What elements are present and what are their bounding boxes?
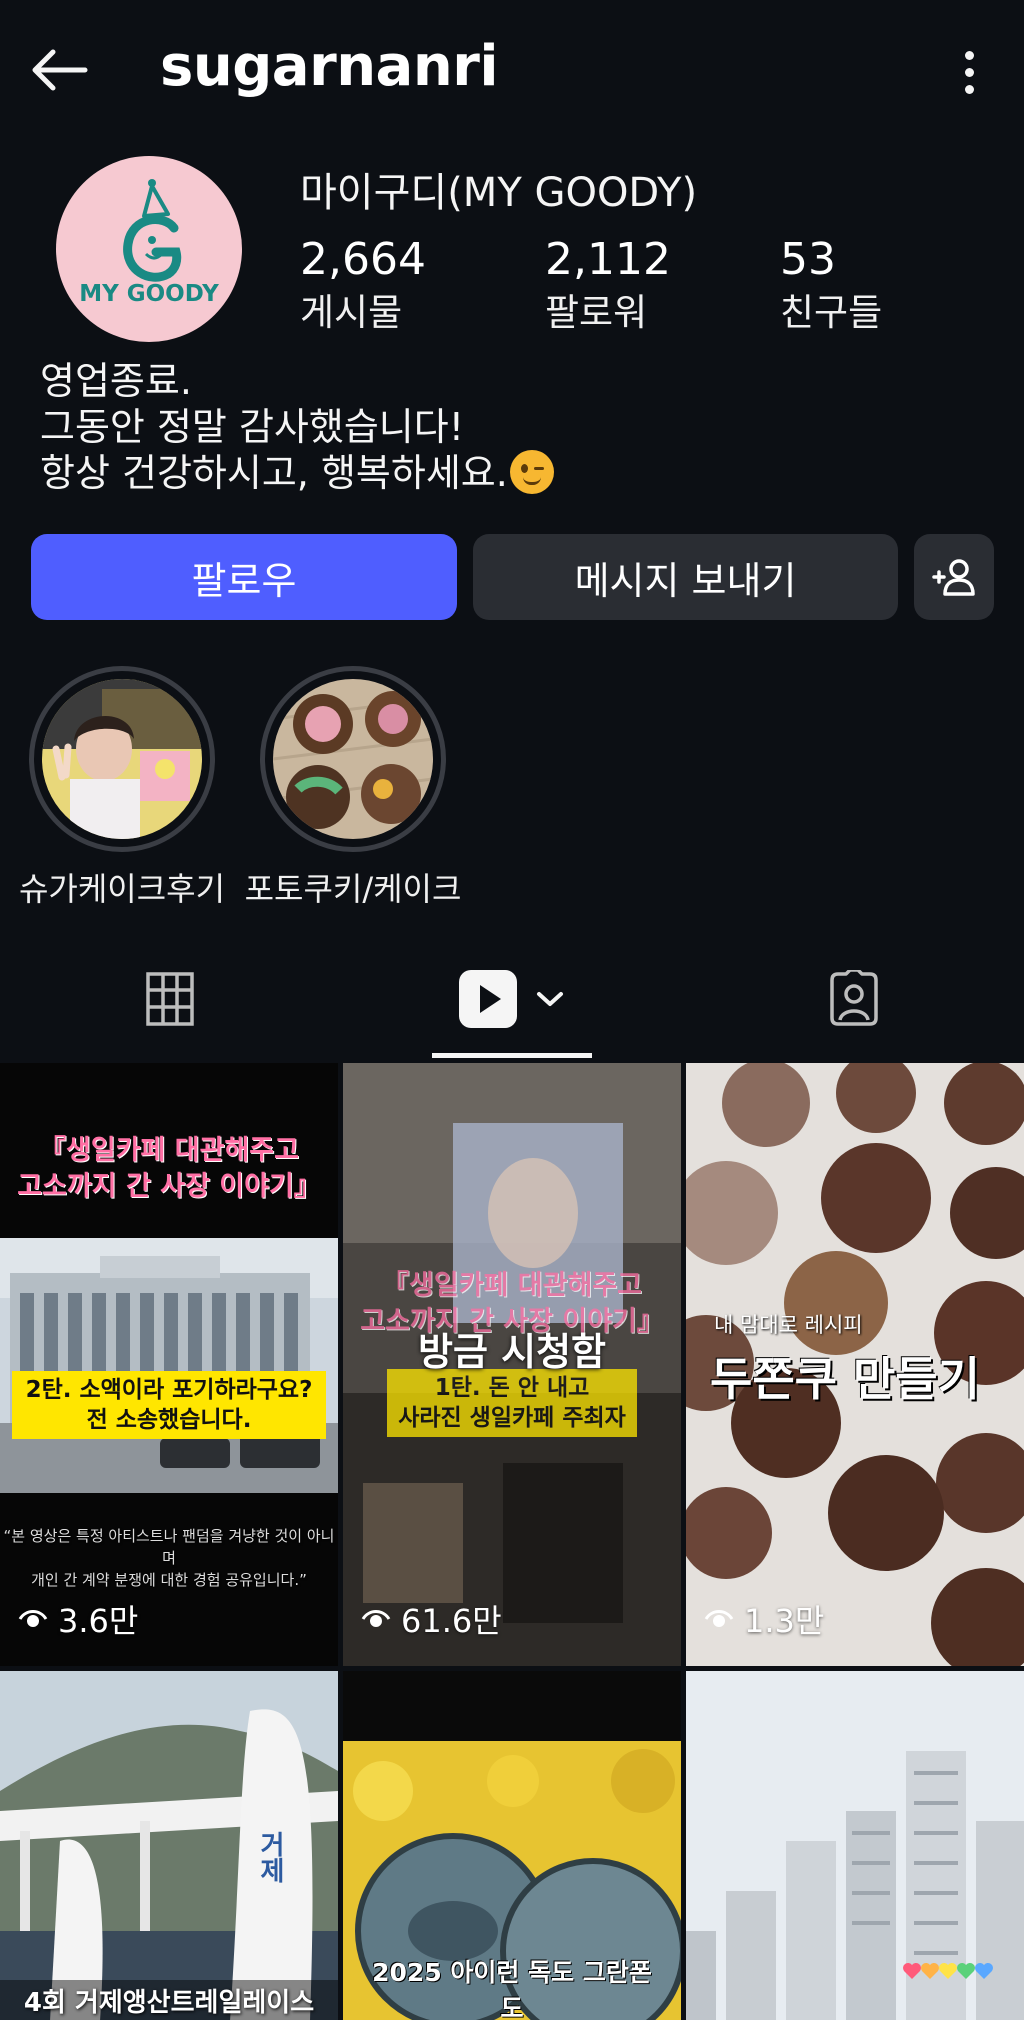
bio-line-text: 항상 건강하시고, 행복하세요. [40, 451, 508, 495]
reel-view-count: 1.3만 [704, 1596, 824, 1642]
highlight-ring [29, 666, 215, 852]
reel-thumbnail-image [0, 1238, 338, 1493]
view-count-text: 1.3만 [744, 1602, 825, 1640]
profile-tabs [0, 938, 1024, 1060]
reel-small-caption: 내 맘대로 레시피 [714, 1313, 863, 1337]
reel-tile[interactable]: 내 맘대로 레시피 두쫀쿠 만들기 1.3만 [686, 1063, 1024, 1666]
caption-line: 전 소송했습니다. [86, 1407, 252, 1433]
story-highlight[interactable]: 포토쿠키/케이크 [245, 666, 461, 910]
posts-count: 2,664 [300, 234, 426, 285]
posts-label: 게시물 [300, 291, 403, 334]
active-tab-indicator [432, 1053, 592, 1058]
view-count-text: 61.6만 [401, 1602, 502, 1640]
bio-line: 영업종료. [40, 359, 192, 403]
message-button[interactable]: 메시지 보내기 [473, 534, 898, 620]
followers-count: 2,112 [545, 234, 671, 285]
followers-label: 팔로워 [545, 291, 648, 334]
highlight-label: 포토쿠키/케이크 [244, 870, 462, 908]
stat-friends[interactable]: 53 친구들 [780, 232, 882, 338]
svg-text:거제: 거제 [255, 1831, 285, 1883]
reel-caption: 4회 거제앵산트레일레이스 [0, 1980, 338, 2020]
profile-bio: 영업종료. 그동안 정말 감사했습니다! 항상 건강하시고, 행복하세요. [40, 358, 554, 496]
highlight-cover-image [273, 679, 433, 839]
follow-button[interactable]: 팔로우 [31, 534, 457, 620]
reel-caption: 2025 아이런 독도 그란폰도 [372, 1958, 652, 2020]
reel-tile[interactable]: 『생일카페 대관해주고 고소까지 간 사장 이야기』 1탄. 돈 안 내고 사라… [343, 1063, 681, 1666]
eye-icon [704, 1610, 734, 1627]
caption-line: 개인 간 계약 분쟁에 대한 경험 공유입니다.” [31, 1571, 307, 1589]
bio-line: 항상 건강하시고, 행복하세요. [40, 450, 554, 496]
dot-icon [964, 67, 974, 77]
view-count-text: 3.6만 [58, 1602, 139, 1640]
stat-followers[interactable]: 2,112 팔로워 [545, 232, 671, 338]
friends-label: 친구들 [780, 291, 883, 334]
bio-line: 그동안 정말 감사했습니다! [40, 405, 464, 449]
winking-face-icon [509, 450, 554, 494]
add-person-icon [932, 559, 975, 596]
reel-middle-caption: 2탄. 소액이라 포기하라구요? 전 소송했습니다. [12, 1371, 326, 1439]
top-bar: sugarnanri [0, 0, 1024, 140]
grid-icon [146, 972, 194, 1026]
reel-tile[interactable]: 거제 4회 거제앵산트레일레이스 [0, 1671, 338, 2020]
stat-posts[interactable]: 2,664 게시물 [300, 232, 426, 338]
reel-tile[interactable]: 2025 아이런 독도 그란폰도 [343, 1671, 681, 2020]
reel-thumbnail-image [686, 1671, 1024, 2020]
dot-icon [964, 84, 974, 94]
chevron-down-icon [537, 992, 563, 1006]
profile-avatar[interactable]: MY GOODY [56, 156, 242, 342]
arrow-left-icon [32, 49, 88, 91]
highlight-cover-image [42, 679, 202, 839]
caption-line: 사라진 생일카페 주최자 [398, 1405, 626, 1431]
reel-view-count: 61.6만 [361, 1596, 502, 1642]
tab-tagged[interactable] [754, 938, 954, 1060]
caption-line: 고소까지 간 사장 이야기』 [17, 1171, 321, 1202]
reel-tile[interactable] [686, 1671, 1024, 2020]
reel-top-caption: 『생일카페 대관해주고 고소까지 간 사장 이야기』 [0, 1133, 338, 1205]
caption-line: 2탄. 소액이라 포기하라구요? [25, 1377, 313, 1403]
tab-reels[interactable] [412, 938, 612, 1060]
logo-text: MY GOODY [79, 281, 219, 307]
my-goody-logo: MY GOODY [79, 179, 219, 307]
profile-username: sugarnanri [160, 34, 499, 99]
eye-icon [18, 1610, 48, 1627]
caption-line: 『생일카페 대관해주고 [39, 1135, 299, 1166]
story-highlight[interactable]: 슈가케이크후기 [19, 666, 225, 910]
recently-watched-overlay: 방금 시청함 [417, 1330, 607, 1374]
reel-disclaimer: “본 영상은 특정 아티스트나 팬덤을 겨냥한 것이 아니며 개인 간 계약 분… [0, 1525, 338, 1591]
reel-big-caption: 두쫀쿠 만들기 [710, 1352, 980, 1406]
profile-display-name: 마이구디(MY GOODY) [300, 170, 698, 216]
tagged-person-icon [830, 970, 878, 1026]
reel-middle-caption: 1탄. 돈 안 내고 사라진 생일카페 주최자 [387, 1369, 637, 1437]
reel-thumbnail-image: 거제 [0, 1671, 338, 2020]
highlight-label: 슈가케이크후기 [18, 870, 226, 908]
reel-view-count: 3.6만 [18, 1596, 138, 1642]
caption-line: “본 영상은 특정 아티스트나 팬덤을 겨냥한 것이 아니며 [3, 1527, 335, 1567]
add-friend-button[interactable] [914, 534, 994, 620]
dot-icon [964, 50, 974, 60]
caption-line: 『생일카페 대관해주고 [382, 1270, 642, 1301]
back-button[interactable] [24, 40, 94, 100]
more-options-button[interactable] [954, 42, 984, 102]
tab-posts-grid[interactable] [70, 938, 270, 1060]
friends-count: 53 [780, 234, 836, 285]
highlight-ring [260, 666, 446, 852]
reel-tile[interactable]: 『생일카페 대관해주고 고소까지 간 사장 이야기』 2탄. 소액이라 포기하라… [0, 1063, 338, 1666]
caption-line: 1탄. 돈 안 내고 [434, 1375, 590, 1401]
eye-icon [361, 1610, 391, 1627]
reels-play-icon [459, 970, 517, 1028]
